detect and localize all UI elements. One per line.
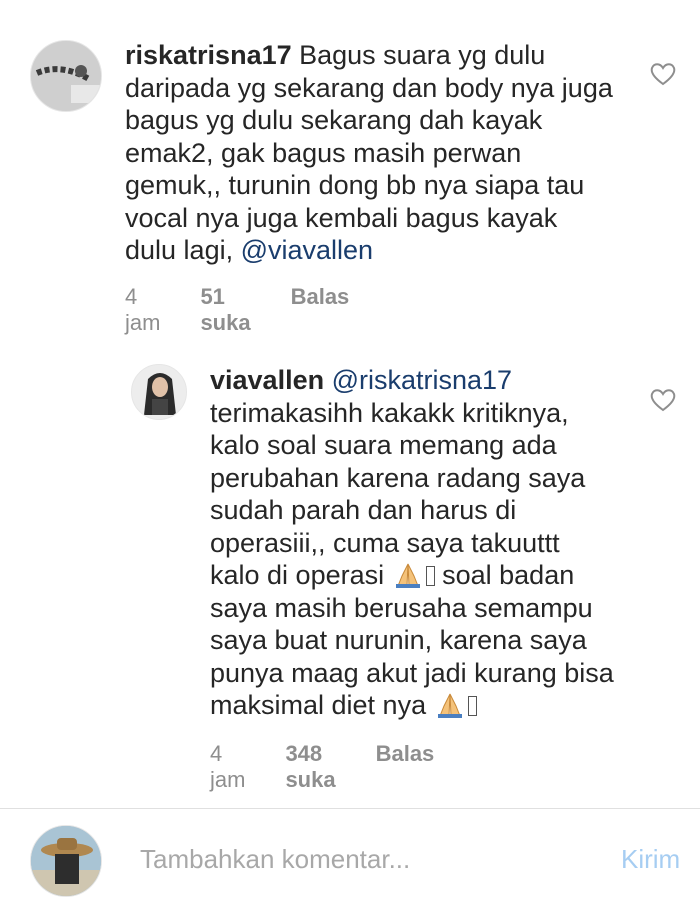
comment-text-line: kalo soal suara memang ada — [210, 430, 557, 460]
reply-button[interactable]: Balas — [376, 741, 435, 793]
comment-text-line: daripada yg sekarang dan body nya juga — [125, 72, 613, 103]
comment-time: 4 jam — [125, 284, 161, 335]
comment-text-line: Bagus suara yg dulu — [291, 40, 546, 70]
comment-text-line: vocal nya juga kembali bagus kayak — [125, 202, 558, 233]
send-button[interactable]: Kirim — [621, 844, 680, 875]
avatar-photo — [31, 826, 101, 896]
comment-text-line: soal badan — [434, 560, 575, 590]
comment-text-line: emak2, gak bagus masih perwan — [125, 137, 522, 168]
avatar-photo — [31, 41, 101, 111]
avatar-photo — [132, 365, 186, 419]
comment-username[interactable]: riskatrisna17 — [125, 40, 292, 70]
comment-input[interactable]: Tambahkan komentar... — [140, 844, 410, 875]
comment-text-line: perubahan karena radang saya — [210, 462, 586, 493]
comment-text-line: terimakasihh kakakk kritiknya, — [210, 397, 569, 428]
comment-text-line: operasiii,, cuma saya takuuttt — [210, 527, 560, 558]
missing-glyph-box — [425, 566, 435, 586]
comment-text-line: punya maag akut jadi kurang bisa — [210, 657, 614, 688]
reply-button[interactable]: Balas — [291, 284, 350, 336]
comment-text-line: saya buat nurunin, karena saya — [210, 625, 587, 655]
comment-text-line: gemuk,, turunin dong bb nya siapa tau — [125, 170, 585, 200]
heart-outline-icon[interactable] — [650, 388, 676, 412]
missing-glyph-box — [467, 696, 477, 716]
comment-text-line: dulu lagi, — [125, 235, 241, 265]
avatar[interactable] — [131, 364, 187, 420]
avatar[interactable] — [30, 40, 102, 112]
comment-text-line: saya masih berusaha semampu — [210, 592, 593, 623]
comment-text-line: kalo di operasi — [210, 560, 392, 590]
mention-link[interactable]: @viavallen — [241, 235, 373, 265]
comment-text-line: bagus yg dulu sekarang dah kayak — [125, 105, 543, 135]
comment-username[interactable]: viavallen — [210, 365, 324, 395]
avatar[interactable] — [30, 825, 102, 897]
comment-time: 4 jam — [210, 741, 246, 792]
folded-hands-emoji — [434, 692, 466, 718]
comment-text-line: maksimal diet nya — [210, 690, 434, 720]
composer-divider — [0, 808, 700, 809]
heart-outline-icon[interactable] — [650, 62, 676, 86]
likes-count[interactable]: 51 suka — [200, 284, 250, 336]
likes-count[interactable]: 348 suka — [285, 741, 335, 793]
mention-link[interactable]: @riskatrisna17 — [332, 365, 512, 395]
folded-hands-emoji — [392, 562, 424, 588]
comment-text-line: sudah parah dan harus di — [210, 495, 517, 525]
